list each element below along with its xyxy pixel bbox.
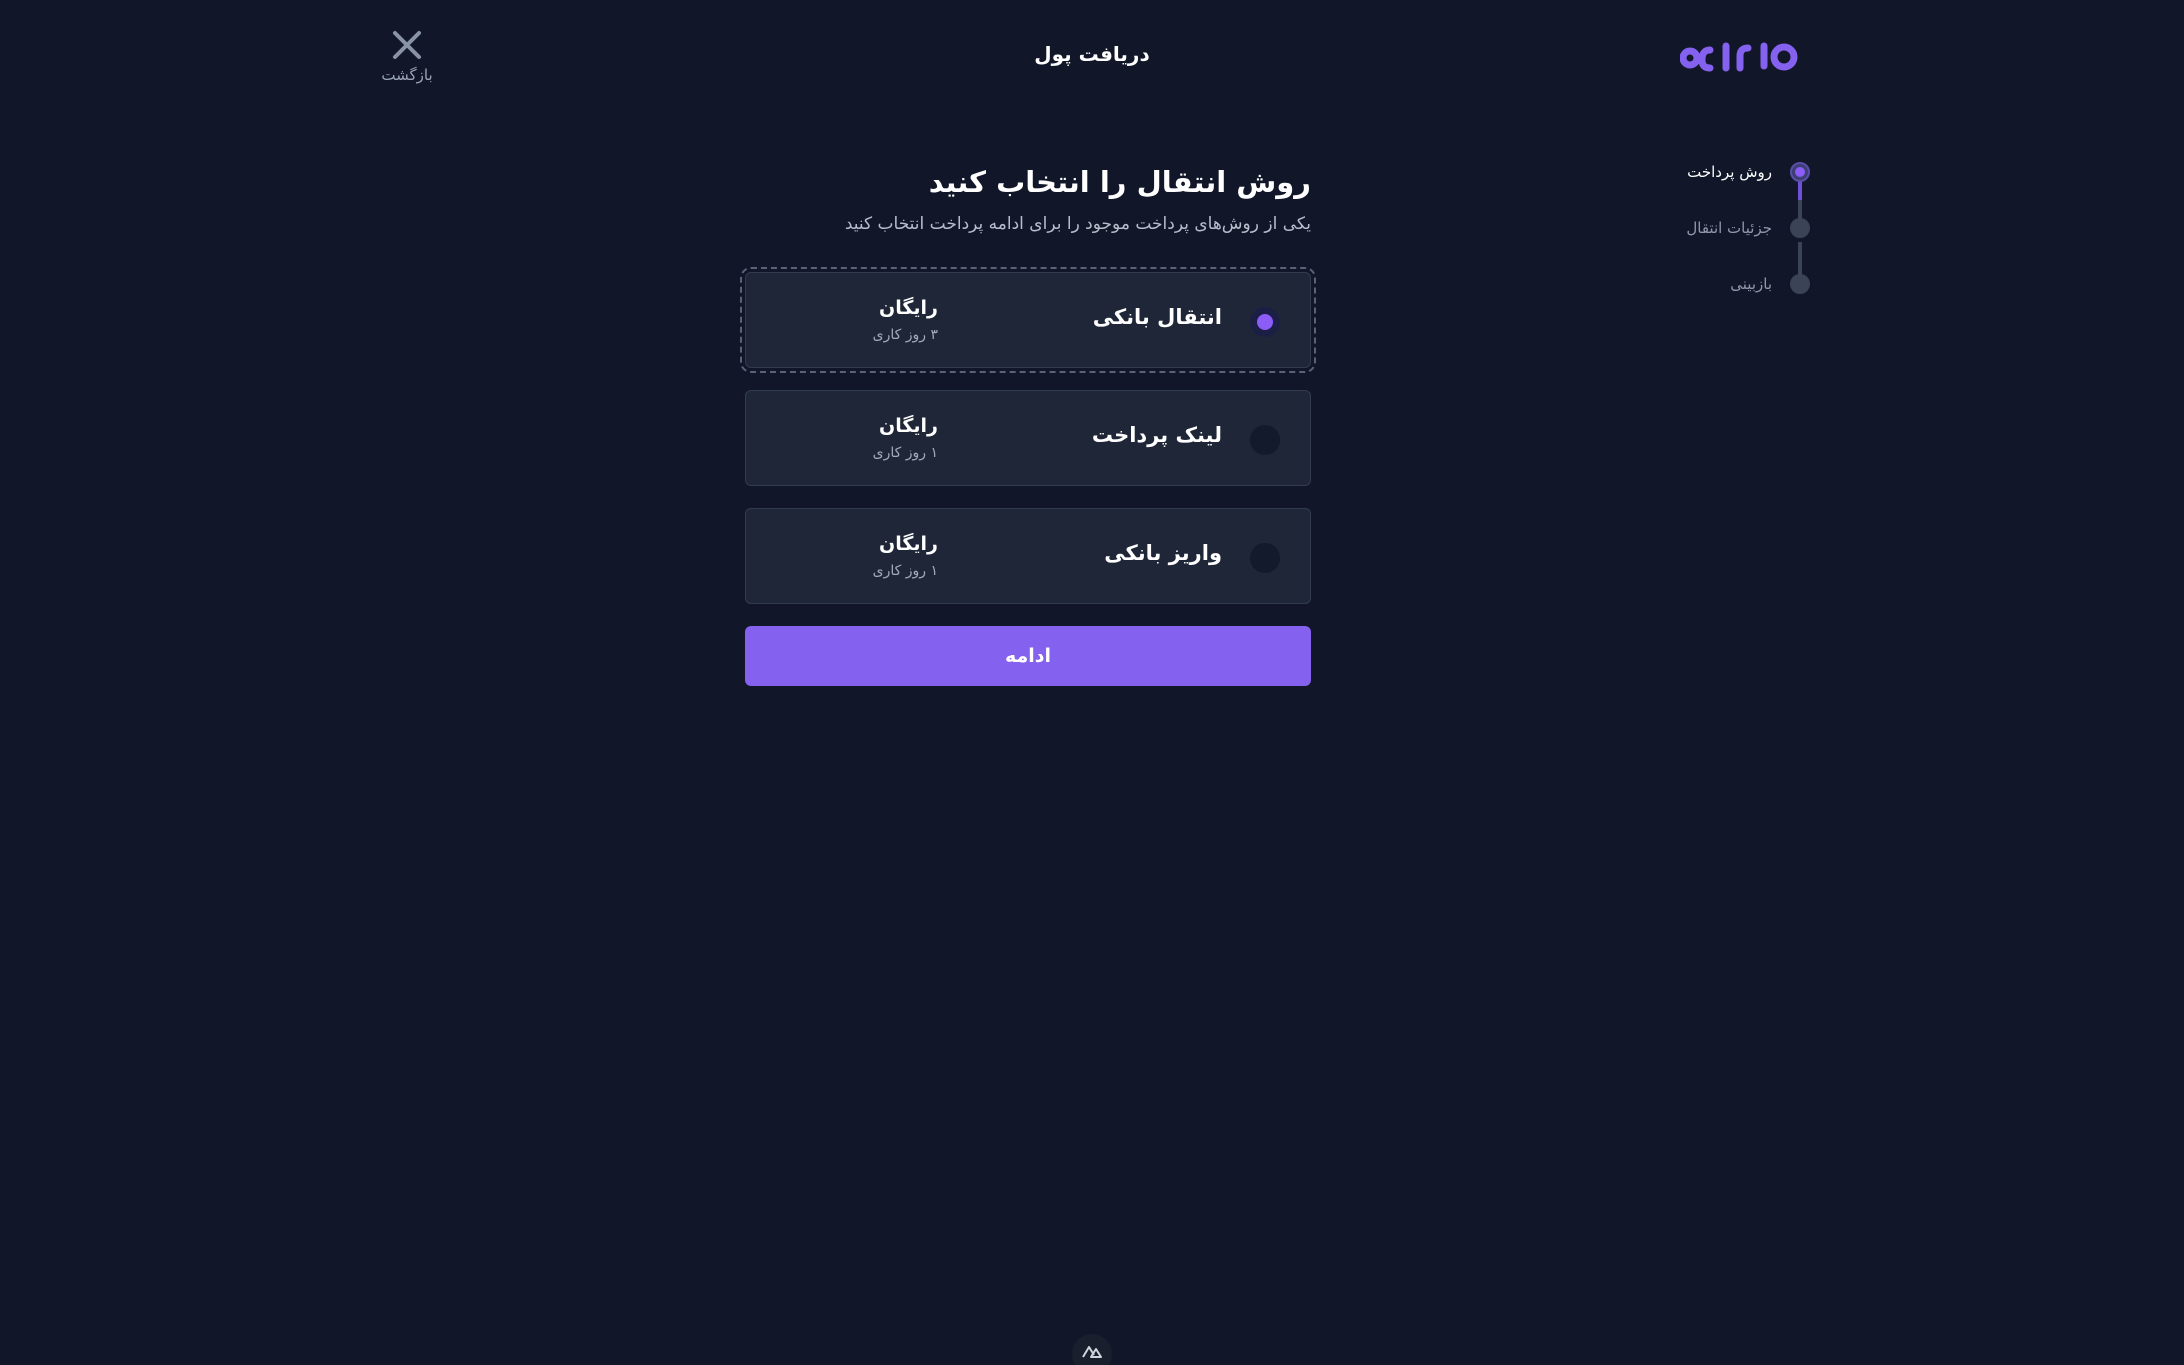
transfer-method-list: انتقال بانکی رایگان ۳ روز کاری لینک پردا… <box>740 267 1316 604</box>
step-label: بازبینی <box>1730 275 1772 293</box>
step-indicator <box>1790 274 1810 294</box>
step-label: روش پرداخت <box>1687 163 1772 181</box>
option-duration: ۱ روز کاری <box>872 445 938 461</box>
step-indicator <box>1790 218 1810 238</box>
step-transfer-details[interactable]: جزئیات انتقال <box>1686 214 1810 242</box>
option-fee: رایگان <box>879 297 938 319</box>
section-heading: روش انتقال را انتخاب کنید <box>928 165 1311 199</box>
option-bank-deposit[interactable]: واریز بانکی رایگان ۱ روز کاری <box>745 508 1311 604</box>
option-name: انتقال بانکی <box>1092 305 1222 329</box>
step-review[interactable]: بازبینی <box>1730 270 1810 298</box>
option-duration: ۱ روز کاری <box>872 563 938 579</box>
step-label: جزئیات انتقال <box>1686 219 1772 237</box>
step-indicator-active <box>1790 162 1810 182</box>
option-fee: رایگان <box>879 533 938 555</box>
radio-button[interactable] <box>1250 425 1280 455</box>
option-fee: رایگان <box>879 415 938 437</box>
nuxt-icon[interactable] <box>1072 1334 1112 1365</box>
nuxt-logo-icon <box>1082 1346 1102 1358</box>
continue-button[interactable]: ادامه <box>745 626 1311 686</box>
back-label: بازگشت <box>381 66 433 84</box>
step-payment-method[interactable]: روش پرداخت <box>1687 158 1810 186</box>
radio-button[interactable] <box>1250 543 1280 573</box>
page-title: دریافت پول <box>1034 42 1150 66</box>
option-bank-transfer[interactable]: انتقال بانکی رایگان ۳ روز کاری <box>740 267 1316 373</box>
option-name: لینک پرداخت <box>1091 423 1222 447</box>
section-subheading: یکی از روش‌های پرداخت موجود را برای ادام… <box>844 214 1311 234</box>
progress-stepper: روش پرداخت جزئیات انتقال بازبینی <box>1640 158 1810 298</box>
radio-button-selected[interactable] <box>1250 307 1280 337</box>
option-duration: ۳ روز کاری <box>872 327 938 343</box>
option-name: واریز بانکی <box>1104 541 1222 565</box>
option-payment-link[interactable]: لینک پرداخت رایگان ۱ روز کاری <box>745 390 1311 486</box>
main-content: روش انتقال را انتخاب کنید یکی از روش‌های… <box>740 160 1316 686</box>
top-bar: بازگشت دریافت پول <box>0 0 2184 120</box>
brand-logo[interactable] <box>1680 38 1800 76</box>
